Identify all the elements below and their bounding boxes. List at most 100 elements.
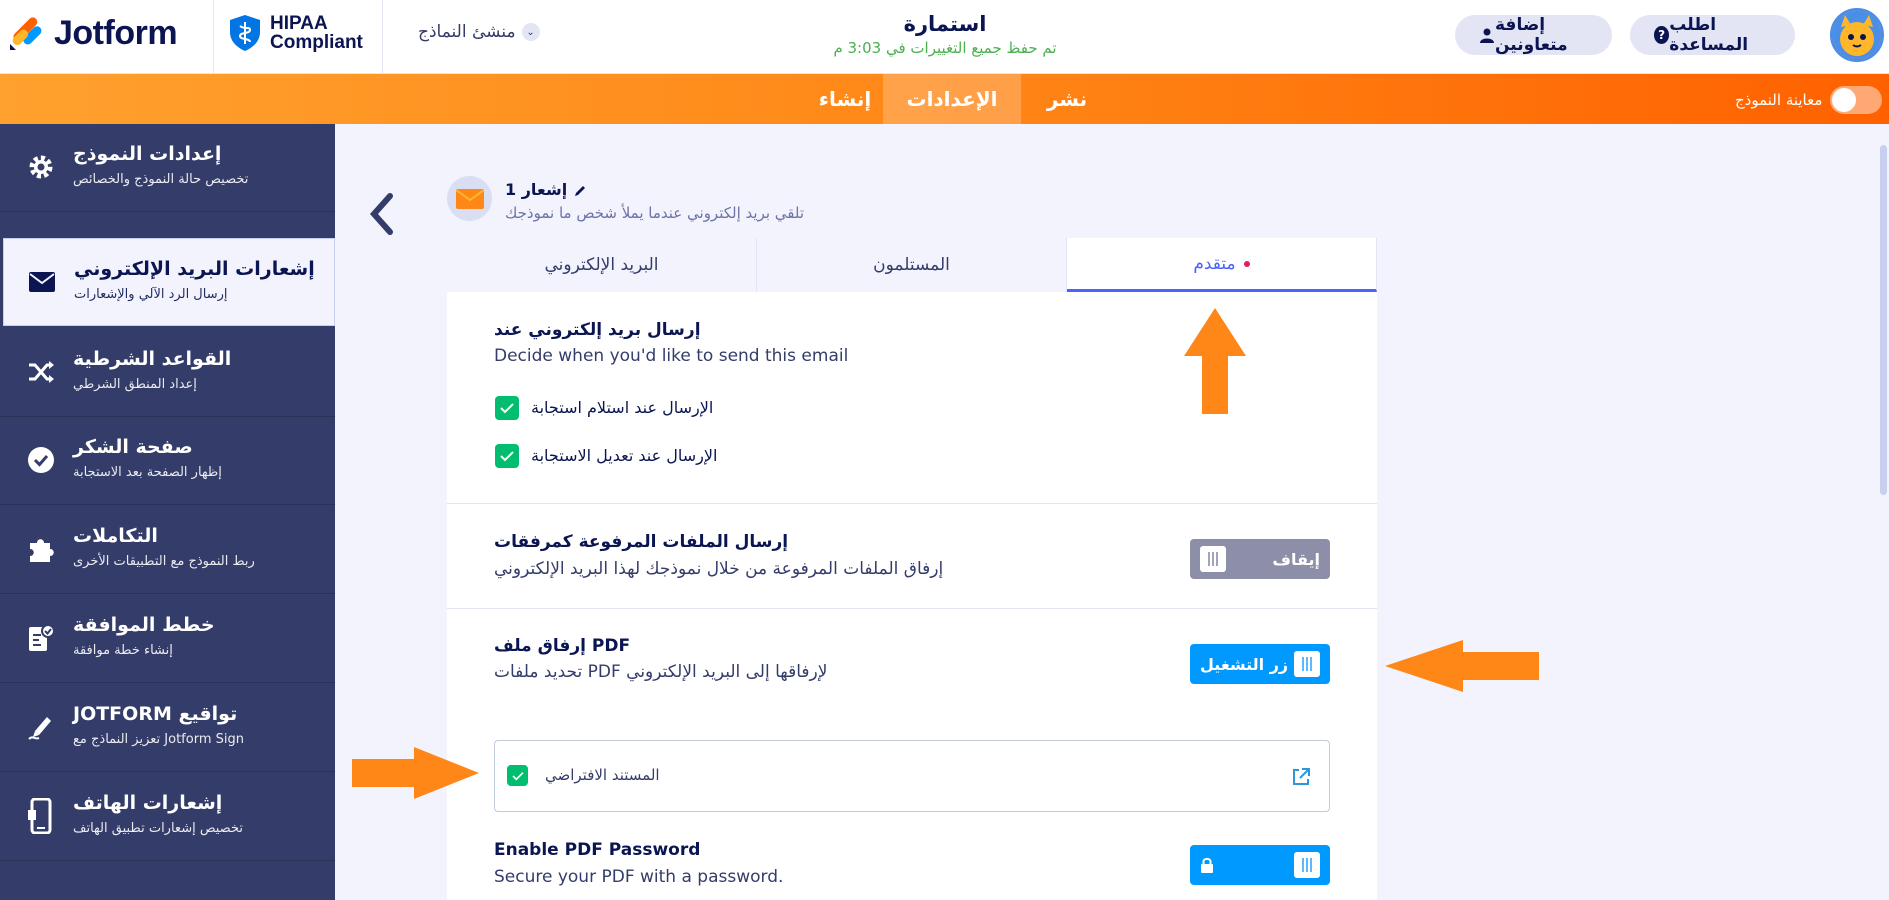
sidebar-item-sub: إرسال الرد الآلي والإشعارات <box>74 287 228 302</box>
pdf-password-toggle[interactable] <box>1190 845 1330 885</box>
tab-label: متقدم <box>1193 253 1236 274</box>
mobile-icon <box>26 798 56 834</box>
attach-pdf-toggle[interactable]: زر التشغيل <box>1190 644 1330 684</box>
sidebar-item-mobile-notifications[interactable]: إشعارات الهاتف تخصيص إشعارات تطبيق الهات… <box>0 773 335 861</box>
signature-pen-icon <box>26 712 56 742</box>
toggle-knob <box>1200 546 1226 572</box>
sidebar-item-email-notifications[interactable]: إشعارات البريد الإلكتروني إرسال الرد الآ… <box>3 238 335 326</box>
tab-email[interactable]: البريد الإلكتروني <box>447 238 757 292</box>
tab-publish[interactable]: نشر <box>1021 74 1113 124</box>
pdf-document-row: المستند الافتراضي <box>494 740 1330 812</box>
attach-uploads-toggle[interactable]: إيقاف <box>1190 539 1330 579</box>
jotform-logo-icon <box>8 16 42 52</box>
form-preview-toggle[interactable]: معاينة النموذج <box>1735 86 1883 114</box>
sidebar-item-title: إعدادات النموذج <box>73 143 222 165</box>
sidebar-item-title: القواعد الشرطية <box>73 348 232 370</box>
sidebar-item-conditions[interactable]: القواعد الشرطية إعداد المنطق الشرطي <box>0 329 335 417</box>
tab-settings[interactable]: الإعدادات <box>883 74 1021 124</box>
back-button[interactable] <box>366 192 396 236</box>
user-icon <box>1479 26 1495 44</box>
notification-tabs: البريد الإلكتروني المستلمون متقدم <box>447 238 1377 292</box>
sidebar-item-title: إشعارات البريد الإلكتروني <box>74 258 315 280</box>
help-icon: ? <box>1654 26 1670 44</box>
toggle-state: إيقاف <box>1272 549 1320 569</box>
annotation-arrow-left <box>1385 640 1539 692</box>
send-when-subtitle: Decide when you'd like to send this emai… <box>494 346 849 366</box>
notification-header <box>447 176 492 221</box>
add-collaborators-button[interactable]: إضافة متعاونين <box>1455 15 1612 55</box>
toggle-state: زر التشغيل <box>1200 654 1289 674</box>
lock-icon <box>1201 857 1213 873</box>
pencil-icon[interactable] <box>573 184 587 198</box>
envelope-icon <box>447 176 492 221</box>
sidebar-item-sub: تخصيص إشعارات تطبيق الهاتف <box>73 821 243 836</box>
tab-recipients[interactable]: المستلمون <box>757 238 1067 292</box>
add-collaborators-label: إضافة متعاونين <box>1495 15 1568 55</box>
sidebar-item-title: التكاملات <box>73 525 158 547</box>
preview-switch[interactable] <box>1830 86 1883 114</box>
send-on-edit-label: الإرسال عند تعديل الاستجابة <box>531 446 718 465</box>
approval-icon <box>26 623 56 653</box>
sidebar-item-title: تواقيع JOTFORM <box>73 703 238 725</box>
attach-pdf-subtitle: تحديد ملفات PDF لإرفاقها إلى البريد الإل… <box>494 662 828 682</box>
default-document-label: المستند الافتراضي <box>545 766 660 784</box>
pdf-password-subtitle: Secure your PDF with a password. <box>494 867 784 887</box>
attach-uploads-title: إرسال الملفات المرفوعة كمرفقات <box>494 532 789 552</box>
sidebar-item-sub: تخصيص حالة النموذج والخصائص <box>73 172 249 187</box>
scrollbar[interactable] <box>1880 145 1887 495</box>
sidebar-item-integrations[interactable]: التكاملات ربط النموذج مع التطبيقات الأخر… <box>0 506 335 594</box>
divider <box>447 608 1377 609</box>
hipaa-line2: Compliant <box>270 32 363 53</box>
sidebar-item-sub: تعزيز النماذج مع Jotform Sign <box>73 732 244 747</box>
divider <box>382 0 383 74</box>
top-bar: Jotform HIPAA Compliant منشئ النماذج ⌄ ا… <box>0 0 1889 74</box>
toggle-knob <box>1294 651 1320 677</box>
sidebar-item-sub: إظهار الصفحة بعد الاستجابة <box>73 465 222 480</box>
sidebar-item-title: صفحة الشكر <box>73 436 193 458</box>
sidebar-item-thank-you-page[interactable]: صفحة الشكر إظهار الصفحة بعد الاستجابة <box>0 417 335 505</box>
sidebar-item-sub: إعداد المنطق الشرطي <box>73 377 197 392</box>
chevron-left-icon <box>369 193 393 235</box>
toggle-knob <box>1294 852 1320 878</box>
check-circle-icon <box>26 445 56 475</box>
send-on-submit-label: الإرسال عند استلام استجابة <box>531 398 714 417</box>
default-document-checkbox[interactable] <box>507 765 528 786</box>
jotform-logo[interactable]: Jotform <box>8 14 178 53</box>
hipaa-badge: HIPAA Compliant <box>228 14 363 52</box>
attach-uploads-subtitle: إرفاق الملفات المرفوعة من خلال نموذجك له… <box>494 559 944 579</box>
sidebar-item-approval-flows[interactable]: خطط الموافقة إنشاء خطة موافقة <box>0 595 335 683</box>
brand-name: Jotform <box>54 14 178 52</box>
sidebar-item-sub: إنشاء خطة موافقة <box>73 643 173 658</box>
hipaa-shield-icon <box>230 15 260 51</box>
annotation-arrow-up <box>1184 308 1246 414</box>
shuffle-icon <box>26 357 56 387</box>
indicator-dot <box>1243 260 1250 267</box>
send-when-title: إرسال بريد إلكتروني عند <box>494 320 701 340</box>
attach-pdf-title: إرفاق ملف PDF <box>494 636 631 656</box>
notification-title[interactable]: إشعار 1 <box>505 180 587 199</box>
checkmark-icon <box>500 451 514 462</box>
tab-label: المستلمون <box>873 255 950 275</box>
gear-icon <box>26 152 56 182</box>
get-help-button[interactable]: ? اطلب المساعدة <box>1630 15 1795 55</box>
divider <box>213 0 214 74</box>
form-builder-dropdown[interactable]: منشئ النماذج ⌄ <box>418 22 540 42</box>
tab-label: البريد الإلكتروني <box>544 255 659 275</box>
notification-subtitle: تلقي بريد إلكتروني عندما يملأ شخص ما نمو… <box>505 204 805 222</box>
send-on-edit-checkbox[interactable] <box>495 444 519 468</box>
builder-nav: إنشاء الإعدادات نشر معاينة النموذج <box>0 74 1889 124</box>
sidebar-item-title: خطط الموافقة <box>73 614 215 636</box>
pdf-password-title: Enable PDF Password <box>494 840 701 860</box>
external-link-icon[interactable] <box>1291 767 1311 787</box>
sidebar-item-title: إشعارات الهاتف <box>73 792 223 814</box>
form-title[interactable]: استمارة <box>790 12 1100 36</box>
form-title-block: استمارة تم حفظ جميع التغييرات في 3:03 م <box>790 12 1100 57</box>
tab-advanced[interactable]: متقدم <box>1067 238 1377 292</box>
sidebar-item-jotform-sign[interactable]: تواقيع JOTFORM تعزيز النماذج مع Jotform … <box>0 684 335 772</box>
avatar[interactable] <box>1830 8 1884 62</box>
sidebar-item-form-settings[interactable]: إعدادات النموذج تخصيص حالة النموذج والخص… <box>0 124 335 212</box>
send-on-submit-checkbox[interactable] <box>495 396 519 420</box>
puzzle-icon <box>26 534 56 564</box>
envelope-icon <box>27 267 57 297</box>
hipaa-line1: HIPAA <box>270 13 328 34</box>
